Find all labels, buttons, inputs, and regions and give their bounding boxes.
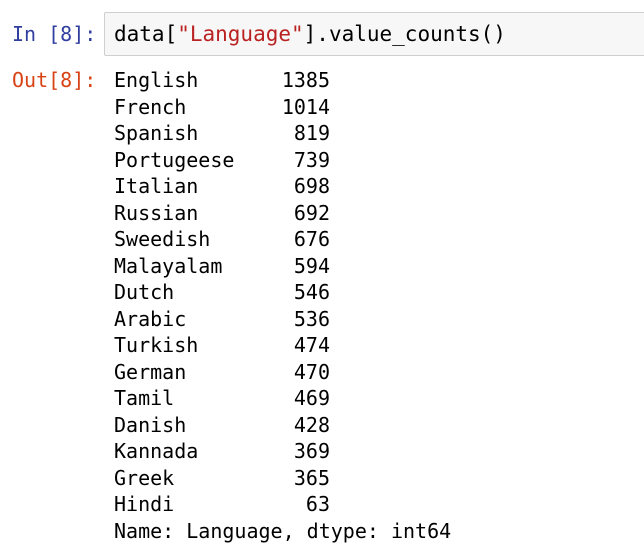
notebook-cell: In [8]: data["Language"].value_counts() … — [0, 0, 644, 558]
language-count: 1385 — [281, 68, 330, 92]
value-counts-list: English 1385 French 1014 Spanish 819 Portugees… — [114, 67, 451, 518]
language-label: Italian — [114, 174, 199, 198]
output-row: Spanish 819 — [114, 120, 451, 147]
language-label: Spanish — [114, 121, 199, 145]
language-label: Kannada — [114, 439, 199, 463]
output-row: Sweedish 676 — [114, 226, 451, 253]
output-row: Arabic 536 — [114, 306, 451, 333]
output-row: English 1385 — [114, 67, 451, 94]
output-row: Italian 698 — [114, 173, 451, 200]
output-row: Dutch 546 — [114, 279, 451, 306]
language-count: 63 — [305, 492, 330, 516]
output-row: French 1014 — [114, 94, 451, 121]
language-label: Greek — [114, 465, 175, 490]
output-row: Kannada 369 — [114, 438, 451, 465]
output-row: Greek 365 — [114, 465, 451, 492]
language-label: Turkish — [114, 333, 199, 357]
language-count: 546 — [293, 280, 330, 304]
language-label: Tamil — [114, 386, 175, 410]
language-count: 428 — [293, 412, 330, 437]
language-count: 739 — [293, 147, 330, 172]
language-count: 1014 — [281, 94, 330, 119]
language-count: 819 — [293, 121, 330, 145]
series-footer: Name: Language, dtype: int64 — [114, 518, 452, 543]
language-count: 676 — [293, 227, 330, 251]
code-suffix: ].value_counts() — [303, 22, 506, 46]
language-count: 469 — [293, 386, 330, 410]
language-label: German — [114, 359, 187, 384]
language-label: Portugeese — [114, 147, 235, 172]
language-count: 369 — [293, 439, 330, 463]
language-label: Sweedish — [114, 227, 211, 251]
output-row: Hindi 63 — [114, 491, 451, 518]
output-prompt: Out[8]: — [12, 68, 97, 92]
language-count: 692 — [293, 200, 330, 225]
code-input-area[interactable]: data["Language"].value_counts() — [104, 12, 644, 56]
language-label: Russian — [114, 200, 199, 225]
language-label: Danish — [114, 412, 187, 437]
language-count: 536 — [293, 306, 330, 331]
language-count: 594 — [293, 253, 330, 278]
output-row: Russian 692 — [114, 200, 451, 227]
output-row: Portugeese 739 — [114, 147, 451, 174]
code-prefix: data[ — [114, 22, 178, 46]
language-count: 470 — [293, 359, 330, 384]
language-label: French — [114, 94, 187, 119]
output-area: English 1385 French 1014 Spanish 819 Portugees… — [114, 67, 451, 544]
output-row: Turkish 474 — [114, 332, 451, 359]
input-prompt: In [8]: — [12, 22, 97, 46]
language-label: Malayalam — [114, 253, 223, 278]
language-label: Hindi — [114, 492, 175, 516]
language-label: Arabic — [114, 306, 187, 331]
language-label: English — [114, 68, 199, 92]
code-line: data["Language"].value_counts() — [114, 20, 506, 48]
language-count: 365 — [293, 465, 330, 490]
output-row: German 470 — [114, 359, 451, 386]
output-row: Danish 428 — [114, 412, 451, 439]
code-string-literal: "Language" — [177, 22, 304, 46]
output-row: Malayalam 594 — [114, 253, 451, 280]
language-count: 698 — [293, 174, 330, 198]
language-label: Dutch — [114, 280, 175, 304]
language-count: 474 — [293, 333, 330, 357]
output-row: Tamil 469 — [114, 385, 451, 412]
